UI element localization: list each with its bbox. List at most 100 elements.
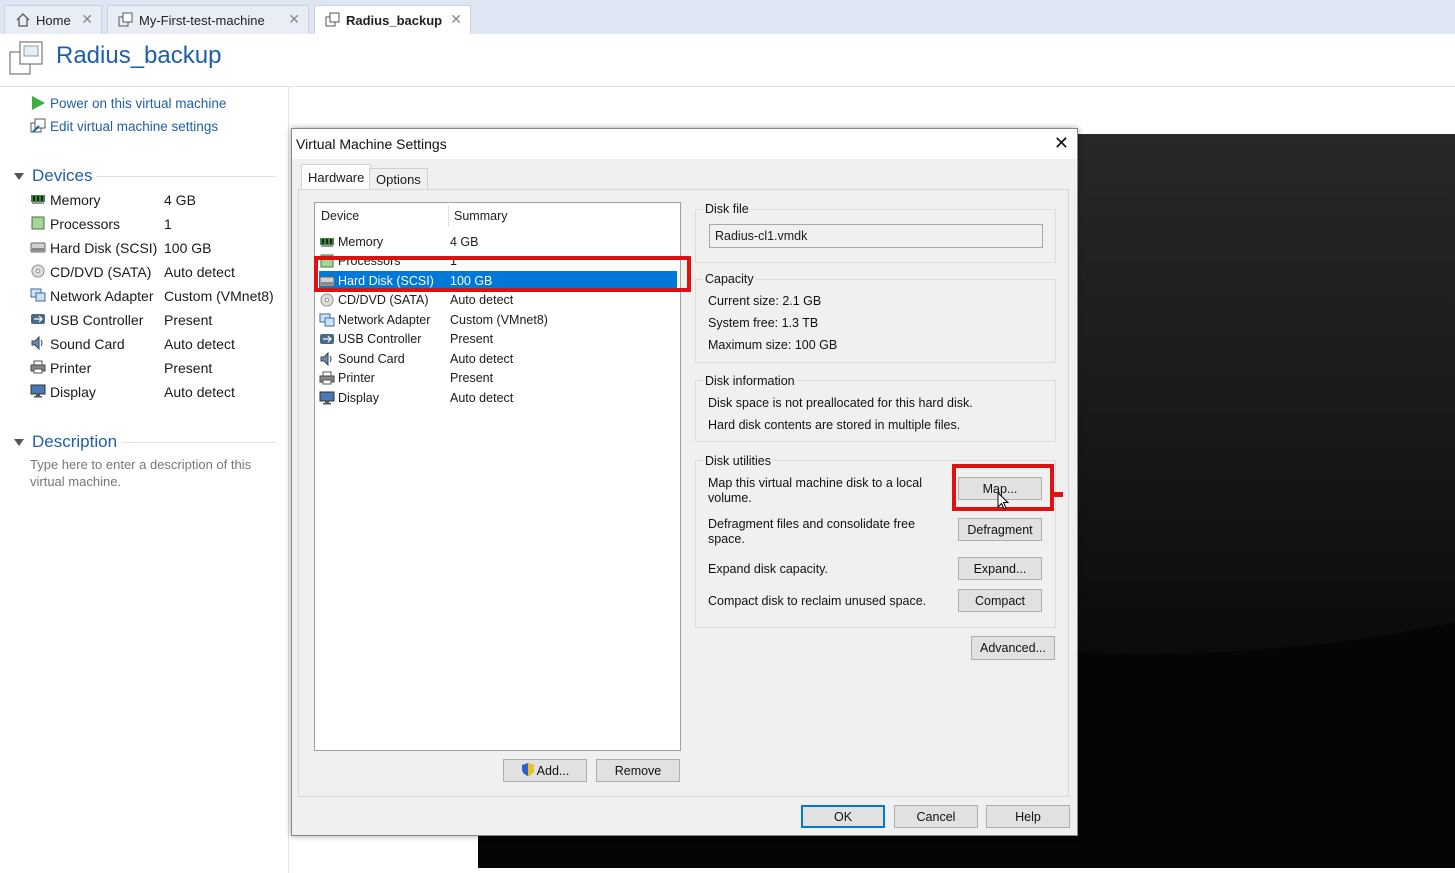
device-list-row[interactable]: CD/DVD (SATA) Auto detect [319,291,677,310]
device-list-row[interactable]: Display Auto detect [319,388,677,407]
device-list-row[interactable]: Sound Card Auto detect [319,349,677,368]
current-size-text: Current size: 2.1 GB [708,294,822,308]
device-name: Display [338,390,379,405]
device-row[interactable]: Display Auto detect [30,381,280,403]
device-value: Auto detect [164,384,235,400]
compact-button[interactable]: Compact [958,589,1042,612]
expand-button[interactable]: Expand... [958,557,1042,580]
play-icon [30,95,46,111]
close-icon[interactable]: ✕ [450,11,462,28]
display-icon [30,384,46,400]
device-row[interactable]: USB Controller Present [30,309,280,331]
memory-icon [30,192,46,208]
tab-options[interactable]: Options [369,168,428,189]
description-field[interactable]: Type here to enter a description of this… [30,456,270,490]
device-name: Hard Disk (SCSI) [50,240,158,256]
device-name: Network Adapter [338,312,431,327]
device-row[interactable]: Memory 4 GB [30,189,280,211]
tab-label: My-First-test-machine [139,12,265,28]
disk-info-line: Hard disk contents are stored in multipl… [708,418,961,432]
close-icon[interactable]: ✕ [1054,133,1069,154]
network-adapter-icon [319,313,335,327]
collapse-arrow-icon[interactable] [14,438,24,446]
highlight-box-hard-disk [314,256,691,292]
mouse-cursor-icon [997,491,1010,513]
collapse-arrow-icon[interactable] [14,172,24,180]
disk-file-label: Disk file [703,202,751,216]
defragment-description: Defragment files and consolidate free sp… [708,517,916,546]
device-summary: Present [450,371,494,385]
expand-description: Expand disk capacity. [708,562,828,576]
cd-dvd-icon [30,264,46,280]
ok-button[interactable]: OK [801,805,885,828]
cancel-button[interactable]: Cancel [894,805,978,828]
home-icon [15,12,31,28]
tab-home[interactable]: Home ✕ [4,5,102,34]
device-name: Printer [50,360,92,376]
device-name: Processors [50,216,121,232]
maximum-size-text: Maximum size: 100 GB [708,338,838,352]
device-summary: Auto detect [450,390,514,405]
close-icon[interactable]: ✕ [81,11,93,28]
divider [96,176,276,177]
tab-bar: Home ✕ My-First-test-machine ✕ Radius_ba… [0,0,1455,34]
device-summary: Auto detect [450,351,514,366]
advanced-button[interactable]: Advanced... [971,636,1055,660]
device-row[interactable]: Network Adapter Custom (VMnet8) [30,285,280,307]
device-summary: Present [450,332,494,346]
tab-my-first-test-machine[interactable]: My-First-test-machine ✕ [107,5,309,34]
description-section-header[interactable]: Description [14,432,117,452]
column-separator [448,205,449,227]
device-summary: Auto detect [450,293,514,307]
disk-file-field[interactable]: Radius-cl1.vmdk [709,224,1043,248]
device-name: CD/DVD (SATA) [50,264,152,280]
divider [122,442,276,443]
page-title: Radius_backup [56,42,222,69]
device-name: USB Controller [338,332,422,346]
device-row[interactable]: Printer Present [30,357,280,379]
device-list-row[interactable]: Printer Present [319,369,677,388]
device-value: Custom (VMnet8) [164,288,274,304]
sound-card-icon [30,335,46,352]
dialog-title: Virtual Machine Settings [296,136,447,152]
edit-settings-link[interactable]: Edit virtual machine settings [30,118,218,134]
device-list-row[interactable]: USB Controller Present [319,330,677,349]
device-row[interactable]: Sound Card Auto detect [30,333,280,355]
remove-device-button[interactable]: Remove [596,759,680,782]
device-name: Printer [338,371,375,385]
close-icon[interactable]: ✕ [288,11,300,28]
device-row[interactable]: CD/DVD (SATA) Auto detect [30,261,280,283]
processor-icon [30,216,46,232]
device-list-row[interactable]: Memory 4 GB [319,232,677,251]
device-list-row[interactable]: Network Adapter Custom (VMnet8) [319,310,677,329]
defragment-button[interactable]: Defragment [958,518,1042,541]
display-icon [319,391,335,405]
device-row[interactable]: Processors 1 [30,213,280,235]
tab-radius-backup[interactable]: Radius_backup ✕ [314,5,471,34]
device-name: Network Adapter [50,288,154,304]
tab-hardware[interactable]: Hardware [301,164,372,190]
devices-section-header[interactable]: Devices [14,166,92,186]
settings-icon [30,118,46,134]
cd-dvd-icon [319,293,335,307]
column-header-summary[interactable]: Summary [454,209,507,223]
device-summary: Custom (VMnet8) [450,312,548,327]
column-header-device[interactable]: Device [321,209,359,223]
vm-icon [118,12,134,28]
printer-icon [319,371,335,385]
vm-icon [8,40,44,76]
device-name: Sound Card [338,351,405,366]
device-name: Memory [338,234,384,249]
device-name: USB Controller [50,312,144,328]
system-free-text: System free: 1.3 TB [708,316,819,330]
disk-info-line: Disk space is not preallocated for this … [708,396,973,410]
hard-disk-icon [30,240,46,256]
device-row[interactable]: Hard Disk (SCSI) 100 GB [30,237,280,259]
add-device-button[interactable]: Add... [503,759,587,782]
help-button[interactable]: Help [986,805,1070,828]
device-name: Memory [50,192,101,208]
power-on-link[interactable]: Power on this virtual machine [30,95,226,111]
vm-icon [325,12,341,28]
map-description: Map this virtual machine disk to a local… [708,476,922,505]
device-value: 1 [164,216,172,232]
